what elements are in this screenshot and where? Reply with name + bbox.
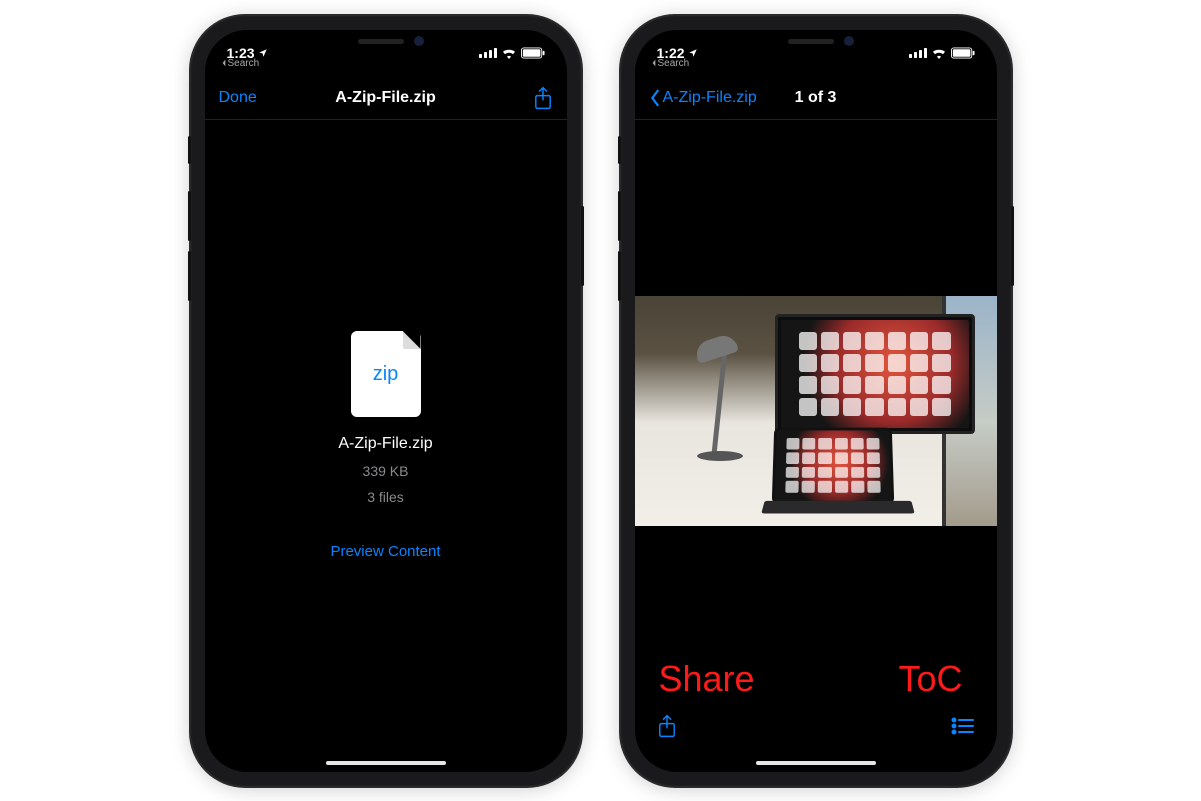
- preview-photo: [635, 296, 997, 526]
- back-to-app-label: Search: [658, 58, 690, 69]
- zip-file-icon: zip: [351, 331, 421, 417]
- file-preview: zip A-Zip-File.zip 339 KB 3 files Previe…: [205, 120, 567, 772]
- wifi-icon: [931, 47, 947, 59]
- file-name: A-Zip-File.zip: [338, 435, 432, 453]
- status-right: [479, 47, 545, 59]
- image-viewer[interactable]: [635, 120, 997, 702]
- nav-bar: Done A-Zip-File.zip: [205, 78, 567, 120]
- home-indicator[interactable]: [756, 761, 876, 765]
- back-to-app-label: Search: [228, 58, 260, 69]
- file-count: 3 files: [367, 489, 404, 505]
- screen-right: 1:22 Search A-Zip-File.zip 1 of 3: [635, 30, 997, 772]
- nav-title: 1 of 3: [759, 89, 873, 107]
- cellular-icon: [909, 47, 927, 58]
- wifi-icon: [501, 47, 517, 59]
- battery-icon: [951, 47, 975, 59]
- zip-icon-label: zip: [373, 363, 399, 386]
- notch: [726, 30, 906, 56]
- nav-title: A-Zip-File.zip: [329, 89, 443, 107]
- done-button[interactable]: Done: [219, 89, 329, 107]
- status-right: [909, 47, 975, 59]
- nav-bar: A-Zip-File.zip 1 of 3: [635, 78, 997, 120]
- file-size: 339 KB: [363, 463, 409, 479]
- phone-right: 1:22 Search A-Zip-File.zip 1 of 3: [621, 16, 1011, 786]
- list-icon[interactable]: [951, 716, 975, 736]
- notch: [296, 30, 476, 56]
- screen-left: 1:23 Search Done A-Zip-File.zip: [205, 30, 567, 772]
- cellular-icon: [479, 47, 497, 58]
- battery-icon: [521, 47, 545, 59]
- location-icon: [688, 48, 698, 58]
- back-to-app[interactable]: Search: [221, 58, 260, 69]
- share-icon[interactable]: [533, 86, 553, 110]
- preview-content-button[interactable]: Preview Content: [330, 543, 440, 560]
- back-to-app[interactable]: Search: [651, 58, 690, 69]
- phone-left: 1:23 Search Done A-Zip-File.zip: [191, 16, 581, 786]
- back-button[interactable]: A-Zip-File.zip: [649, 89, 759, 107]
- location-icon: [258, 48, 268, 58]
- done-label: Done: [219, 89, 257, 107]
- back-label: A-Zip-File.zip: [663, 89, 757, 107]
- chevron-left-icon: [649, 89, 661, 107]
- home-indicator[interactable]: [326, 761, 446, 765]
- share-icon[interactable]: [657, 714, 677, 738]
